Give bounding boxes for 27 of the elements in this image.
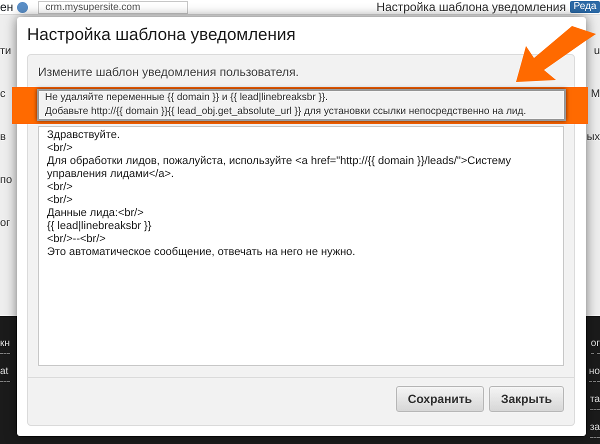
page-text: по [0, 174, 14, 187]
arrow-icon [516, 26, 596, 82]
page-text: с [0, 88, 6, 101]
modal-title: Настройка шаблона уведомления [27, 24, 297, 46]
footer-link[interactable]: та [590, 394, 600, 410]
footer-link[interactable]: за [590, 422, 600, 438]
page-text: ых [586, 131, 600, 144]
page-title: Настройка шаблона уведомления [376, 0, 566, 14]
footer-link[interactable]: кн [0, 338, 10, 354]
domain-select[interactable]: crm.mysupersite.com [38, 0, 188, 14]
note-text: Не удаляйте переменные {{ domain }} и {{ lead|linebreaksbr }}. [45, 91, 329, 106]
page-text: М [590, 88, 600, 101]
help-icon [17, 2, 28, 12]
footer-link[interactable]: ог [590, 338, 600, 354]
field-label: ен [0, 0, 14, 14]
close-button[interactable]: Закрыть [488, 386, 564, 412]
page-text: u [594, 45, 600, 58]
page-text: ог [0, 217, 12, 230]
save-button[interactable]: Сохранить [396, 386, 484, 412]
footer-link[interactable]: но [588, 366, 600, 382]
page-text: в [0, 131, 7, 144]
note-text: Добавьте http://{{ domain }}{{ lead_obj.get_absolute_url }} для установки ссылки непосредственно на лид. [45, 105, 528, 120]
page-text: ти [0, 45, 12, 58]
edit-button[interactable]: Реда [570, 1, 600, 13]
footer-link[interactable]: at [0, 366, 10, 382]
template-editor[interactable]: Здравствуйте. <br/> Для обработки лидов, пожалуйста, используйте <a href="http://{{ domain }}/leads/">Систему управления лидами</a>. <br/> <br/> Данные лида:<br/> {{ lead|linebreaksbr }} <br/>--<br/> Это автоматическое сообщение, отвечать на него не нужно. [38, 126, 564, 366]
hint-text: Измените шаблон уведомления пользователя. [38, 64, 300, 82]
